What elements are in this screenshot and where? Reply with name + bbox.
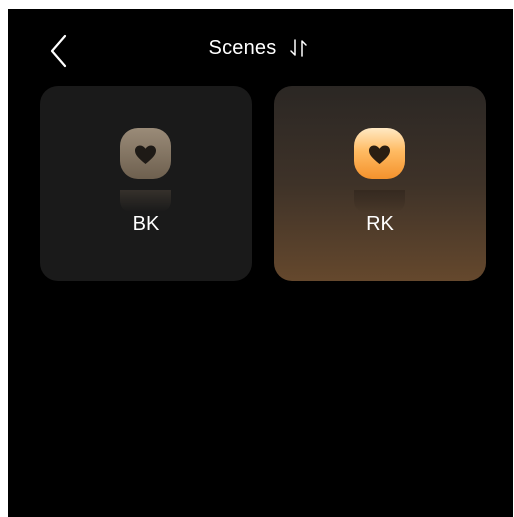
sort-arrows-icon [290,39,308,57]
scene-label: RK [366,213,394,235]
icon-reflection [354,190,405,212]
heart-icon [354,128,405,179]
scene-card-bk[interactable]: BK [40,86,252,281]
heart-icon [120,128,171,179]
scenes-screen: Scenes BK RK [8,9,513,517]
page-title: Scenes [208,36,277,59]
scene-card-rk[interactable]: RK [274,86,486,281]
sort-button[interactable] [286,35,312,61]
title-group: Scenes [8,35,513,61]
icon-reflection [120,190,171,212]
header: Scenes [8,9,513,85]
scene-label: BK [132,213,160,235]
